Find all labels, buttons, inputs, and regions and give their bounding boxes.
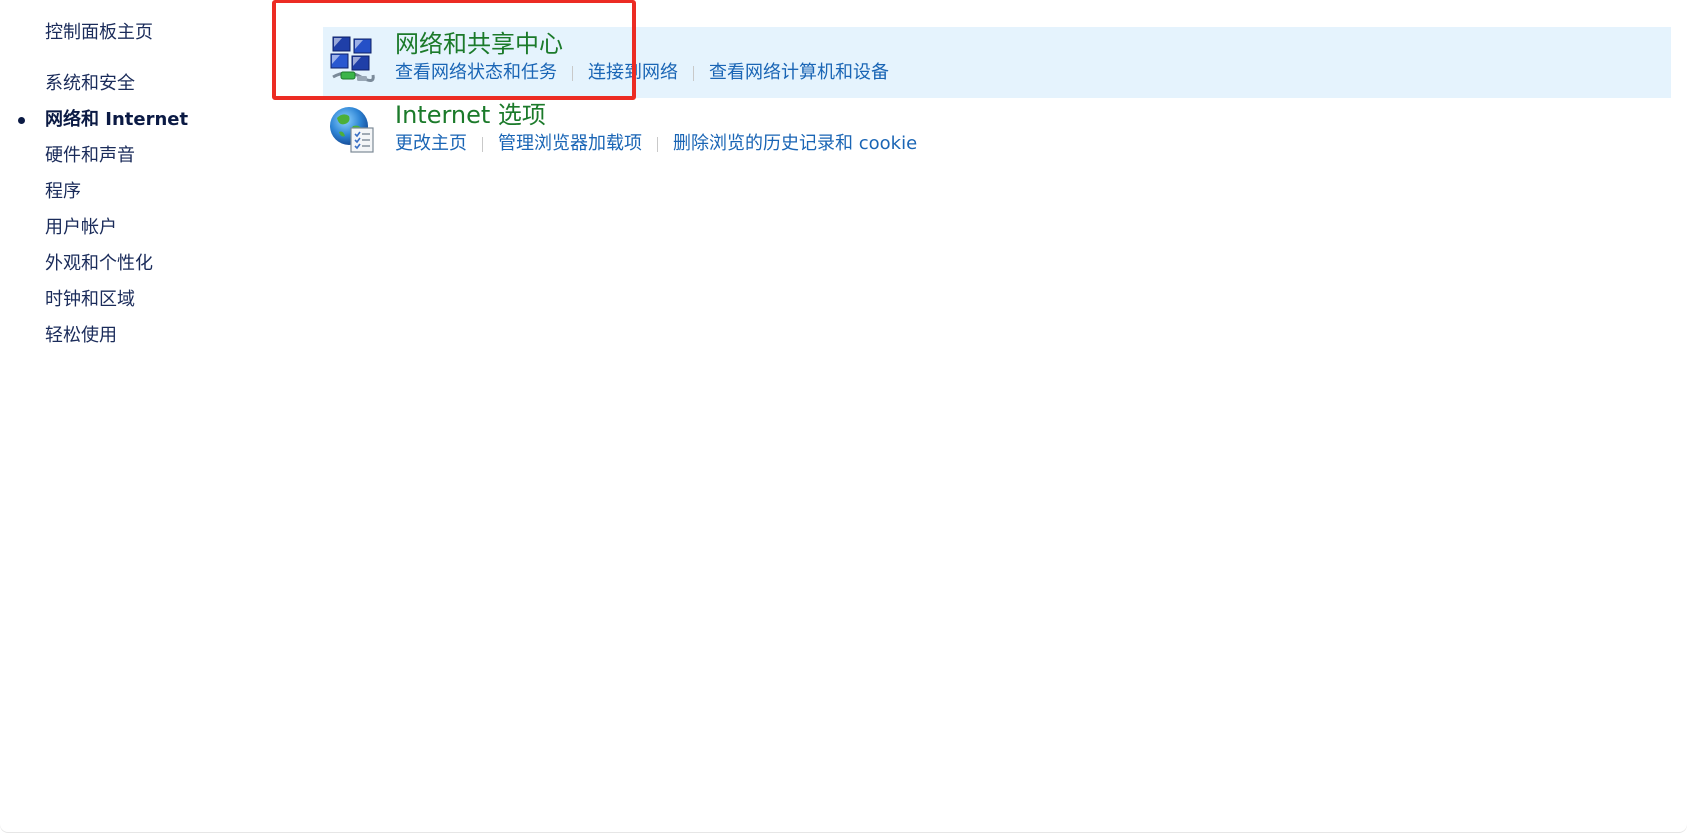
category-network-sharing-center: 网络和共享中心 查看网络状态和任务 连接到网络 查看网络计算机和设备	[323, 27, 1671, 98]
sidebar-item-appearance-personalization[interactable]: 外观和个性化	[45, 252, 153, 276]
network-sharing-center-title[interactable]: 网络和共享中心	[395, 28, 563, 60]
connect-to-network-link[interactable]: 连接到网络	[588, 61, 678, 85]
sidebar-item-ease-of-access[interactable]: 轻松使用	[45, 324, 117, 348]
sidebar-item-user-accounts[interactable]: 用户帐户	[45, 216, 117, 240]
manage-browser-addons-link[interactable]: 管理浏览器加载项	[498, 132, 642, 156]
link-separator	[693, 65, 694, 81]
sidebar-item-system-security[interactable]: 系统和安全	[45, 72, 135, 96]
sidebar-item-programs[interactable]: 程序	[45, 180, 81, 204]
network-sharing-center-icon[interactable]	[327, 33, 377, 85]
link-separator	[572, 65, 573, 81]
sidebar-item-hardware-sound[interactable]: 硬件和声音	[45, 144, 135, 168]
internet-options-title[interactable]: Internet 选项	[395, 99, 546, 131]
sidebar-control-panel-home[interactable]: 控制面板主页	[45, 21, 153, 45]
sidebar: 控制面板主页 系统和安全 网络和 Internet 硬件和声音 程序 用户帐户 …	[0, 0, 270, 833]
network-sharing-center-links: 查看网络状态和任务 连接到网络 查看网络计算机和设备	[395, 60, 889, 86]
view-network-status-link[interactable]: 查看网络状态和任务	[395, 61, 557, 85]
sidebar-item-clock-region[interactable]: 时钟和区域	[45, 288, 135, 312]
internet-options-globe-icon[interactable]	[327, 104, 377, 156]
view-network-computers-link[interactable]: 查看网络计算机和设备	[709, 61, 889, 85]
delete-browsing-history-link[interactable]: 删除浏览的历史记录和 cookie	[673, 132, 917, 156]
control-panel-window: 控制面板主页 系统和安全 网络和 Internet 硬件和声音 程序 用户帐户 …	[0, 0, 1687, 833]
link-separator	[657, 136, 658, 152]
sidebar-item-network-internet[interactable]: 网络和 Internet	[45, 108, 188, 132]
current-category-bullet-icon	[18, 117, 25, 124]
change-home-page-link[interactable]: 更改主页	[395, 132, 467, 156]
link-separator	[482, 136, 483, 152]
category-internet-options: Internet 选项 更改主页 管理浏览器加载项 删除浏览的历史记录和 coo…	[323, 98, 1671, 169]
internet-options-links: 更改主页 管理浏览器加载项 删除浏览的历史记录和 cookie	[395, 131, 917, 157]
